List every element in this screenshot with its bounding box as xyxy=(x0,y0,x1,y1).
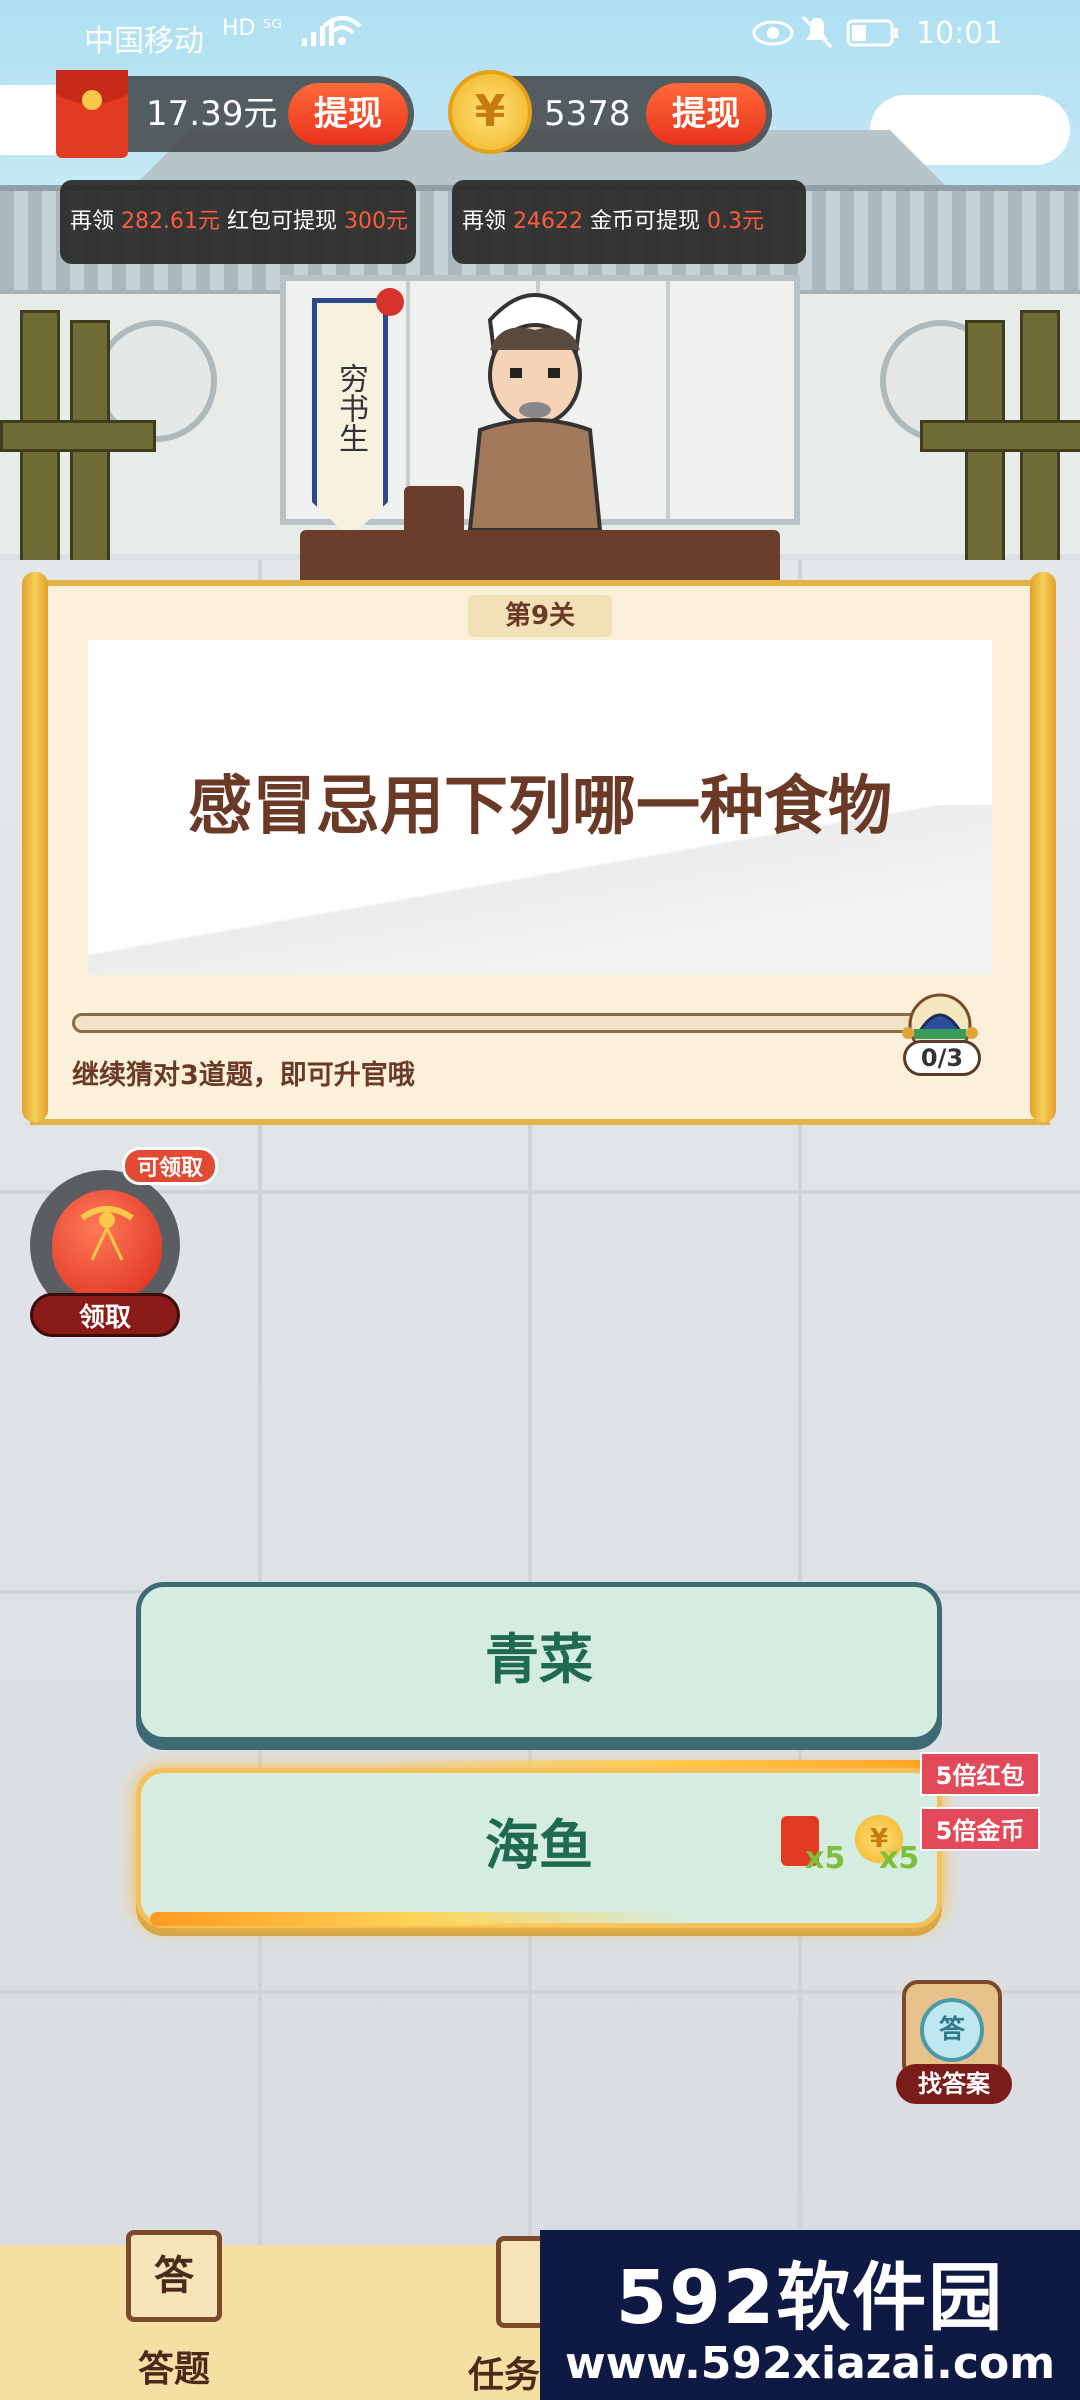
answer-option-2[interactable]: 海鱼 x5 ¥ x5 xyxy=(136,1768,942,1928)
answer-option-label: 青菜 xyxy=(485,1628,593,1691)
scroll-rod-left xyxy=(22,572,48,1122)
claimable-tag: 可领取 xyxy=(122,1147,218,1185)
red-bonus-multiplier: x5 xyxy=(805,1841,846,1876)
network-badge: HD ⁵ᴳ xyxy=(222,16,283,41)
red-envelope-icon xyxy=(56,70,128,158)
tab-answer[interactable]: 答题 xyxy=(138,2340,210,2392)
cash-amount: 17.39元 xyxy=(146,94,278,134)
claim-button[interactable]: 领取 xyxy=(30,1293,180,1337)
coin-amount: 5378 xyxy=(544,94,631,134)
tip-target: 300元 xyxy=(344,209,409,234)
scholar-character xyxy=(450,280,620,532)
level-label: 第9关 xyxy=(468,595,612,637)
coin-withdraw-tip: 再领 24622 金币可提现 0.3元 xyxy=(452,180,806,264)
question-text: 感冒忌用下列哪一种食物 xyxy=(188,770,892,844)
magnifier-icon: 答 xyxy=(920,1998,984,2062)
promotion-hint: 继续猜对3道题，即可升官哦 xyxy=(72,1060,415,1091)
answer-option-1[interactable]: 青菜 xyxy=(136,1582,942,1742)
progress-counter: 0/3 xyxy=(903,1040,981,1076)
watermark-url: www.592xiazai.com xyxy=(564,2338,1056,2389)
clock: 10:01 xyxy=(916,16,1003,51)
fence-rail xyxy=(0,420,156,452)
tip-text: 红包可提现 xyxy=(227,209,338,234)
coin-bonus-multiplier: x5 xyxy=(879,1841,920,1876)
mute-bell-icon xyxy=(800,14,834,58)
coin-balance-pill[interactable]: ¥ 5378 提现 xyxy=(448,70,772,154)
cash-withdraw-button[interactable]: 提现 xyxy=(288,83,408,145)
watermark-overlay: 592软件园 www.592xiazai.com xyxy=(540,2230,1080,2400)
watermark-title: 592软件园 xyxy=(615,2255,1005,2341)
tip-amount: 24622 xyxy=(513,209,584,234)
find-answer-label[interactable]: 找答案 xyxy=(896,2064,1012,2104)
carrier-label: 中国移动 xyxy=(84,24,204,59)
banner-knob-icon xyxy=(376,288,404,316)
coin-withdraw-button[interactable]: 提现 xyxy=(646,83,766,145)
rank-banner: 穷书生 xyxy=(312,298,388,538)
eye-icon xyxy=(752,18,794,56)
tab-task[interactable]: 任务 xyxy=(468,2346,540,2398)
tip-amount: 282.61元 xyxy=(121,209,220,234)
red-multiplier-tag: 5倍红包 xyxy=(920,1752,1040,1796)
rank-title: 穷书生 xyxy=(333,363,368,453)
coin-icon: ¥ xyxy=(448,70,532,154)
battery-icon xyxy=(846,18,900,56)
question-box: 感冒忌用下列哪一种食物 xyxy=(88,640,992,975)
coin-multiplier-tag: 5倍金币 xyxy=(920,1807,1040,1851)
highlight-glow xyxy=(150,1912,690,1926)
answer-tab-icon[interactable]: 答 xyxy=(126,2230,222,2322)
scroll-rod-right xyxy=(1030,572,1056,1122)
status-bar: 中国移动 HD ⁵ᴳ 10:01 xyxy=(0,0,1080,72)
lucky-bag-icon[interactable] xyxy=(52,1190,162,1300)
tip-text: 再领 xyxy=(70,209,115,234)
wifi-icon xyxy=(322,14,362,54)
tip-target: 0.3元 xyxy=(707,209,765,234)
tip-text: 再领 xyxy=(462,209,507,234)
tip-text: 金币可提现 xyxy=(590,209,701,234)
cash-withdraw-tip: 再领 282.61元 红包可提现 300元 xyxy=(60,180,416,264)
cash-balance-pill[interactable]: 17.39元 提现 xyxy=(56,70,414,158)
promotion-progress-bar xyxy=(72,1013,932,1033)
fence-rail xyxy=(920,420,1080,452)
